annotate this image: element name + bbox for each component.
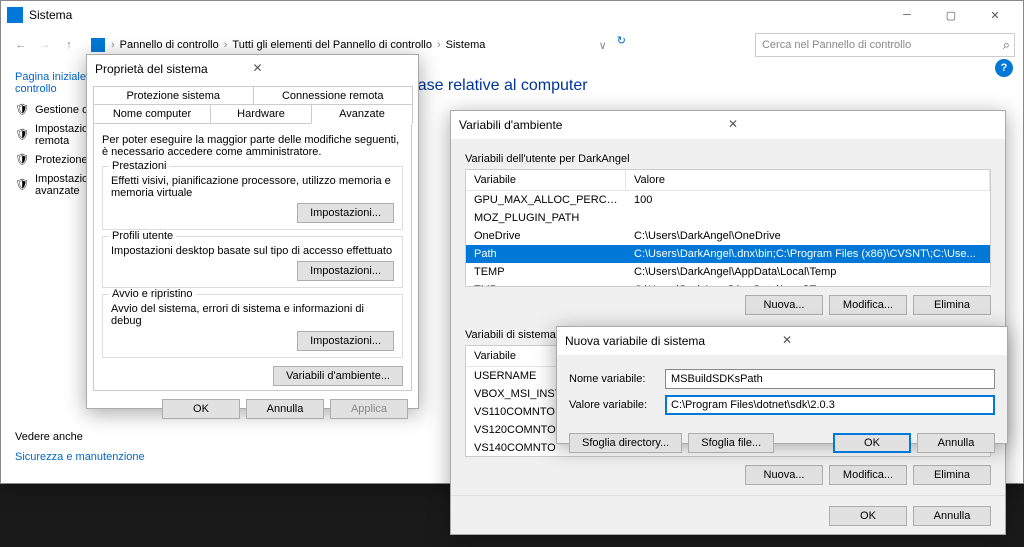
profiles-group: Profili utente Impostazioni desktop basa… xyxy=(102,236,403,288)
group-label: Avvio e ripristino xyxy=(109,288,196,300)
table-row[interactable]: MOZ_PLUGIN_PATH xyxy=(466,209,990,227)
table-row[interactable]: TEMPC:\Users\DarkAngel\AppData\Local\Tem… xyxy=(466,263,990,281)
shield-icon: 🛡 xyxy=(15,128,29,142)
new-variable-dialog: Nuova variabile di sistema ✕ Nome variab… xyxy=(556,326,1008,444)
col-value[interactable]: Valore xyxy=(626,170,990,190)
dialog-titlebar: Variabili d'ambiente ✕ xyxy=(451,111,1005,139)
table-row[interactable]: PathC:\Users\DarkAngel\.dnx\bin;C:\Progr… xyxy=(466,245,990,263)
breadcrumb-item[interactable]: Pannello di controllo xyxy=(120,39,219,51)
shield-icon: 🛡 xyxy=(15,103,29,117)
tab-protection[interactable]: Protezione sistema xyxy=(93,86,254,105)
performance-group: Prestazioni Effetti visivi, pianificazio… xyxy=(102,166,403,230)
tabs: Protezione sistema Connessione remota No… xyxy=(93,86,412,123)
cancel-button[interactable]: Annulla xyxy=(917,433,995,453)
help-icon[interactable]: ? xyxy=(995,59,1013,77)
table-row[interactable]: GPU_MAX_ALLOC_PERCENT100 xyxy=(466,191,990,209)
performance-settings-button[interactable]: Impostazioni... xyxy=(297,203,394,223)
sys-edit-button[interactable]: Modifica... xyxy=(829,465,907,485)
cancel-button[interactable]: Annulla xyxy=(913,506,991,526)
group-desc: Effetti visivi, pianificazione processor… xyxy=(111,175,394,199)
shield-icon: 🛡 xyxy=(15,153,29,167)
titlebar: Sistema ─ ▢ ✕ xyxy=(1,1,1023,29)
sidebar-item-security[interactable]: Sicurezza e manutenzione xyxy=(15,451,145,463)
cancel-button[interactable]: Annulla xyxy=(246,399,324,419)
dialog-titlebar: Proprietà del sistema ✕ xyxy=(87,55,418,83)
tab-computername[interactable]: Nome computer xyxy=(93,104,211,123)
apply-button[interactable]: Applica xyxy=(330,399,408,419)
table-row[interactable]: TMPC:\Users\DarkAngel\AppData\Local\Temp xyxy=(466,281,990,287)
tab-hardware[interactable]: Hardware xyxy=(210,104,312,123)
name-input[interactable] xyxy=(665,369,995,389)
group-label: Prestazioni xyxy=(109,160,169,172)
profiles-settings-button[interactable]: Impostazioni... xyxy=(297,261,394,281)
dialog-title: Variabili d'ambiente xyxy=(459,118,728,132)
maximize-button[interactable]: ▢ xyxy=(929,1,973,29)
user-vars-table[interactable]: VariabileValore GPU_MAX_ALLOC_PERCENT100… xyxy=(465,169,991,287)
browse-dir-button[interactable]: Sfoglia directory... xyxy=(569,433,682,453)
user-edit-button[interactable]: Modifica... xyxy=(829,295,907,315)
refresh-button[interactable]: ↻ xyxy=(617,34,639,56)
sys-delete-button[interactable]: Elimina xyxy=(913,465,991,485)
search-input[interactable]: Cerca nel Pannello di controllo xyxy=(755,33,1015,57)
breadcrumb-item[interactable]: Tutti gli elementi del Pannello di contr… xyxy=(232,39,432,51)
close-button[interactable]: ✕ xyxy=(973,1,1017,29)
value-label: Valore variabile: xyxy=(569,399,665,411)
user-vars-label: Variabili dell'utente per DarkAngel xyxy=(465,153,991,165)
sys-new-button[interactable]: Nuova... xyxy=(745,465,823,485)
close-button[interactable]: ✕ xyxy=(253,61,411,77)
tab-remote[interactable]: Connessione remota xyxy=(253,86,414,105)
up-button[interactable]: ↑ xyxy=(57,33,81,57)
ok-button[interactable]: OK xyxy=(833,433,911,453)
shield-icon: 🛡 xyxy=(15,178,29,192)
close-button[interactable]: ✕ xyxy=(782,333,999,349)
window-title: Sistema xyxy=(29,8,885,22)
tab-content: Per poter eseguire la maggior parte dell… xyxy=(93,123,412,391)
close-button[interactable]: ✕ xyxy=(728,117,997,133)
tab-advanced[interactable]: Avanzate xyxy=(311,104,413,124)
name-label: Nome variabile: xyxy=(569,373,665,385)
forward-button[interactable]: → xyxy=(33,33,57,57)
cp-icon xyxy=(91,38,105,52)
ok-button[interactable]: OK xyxy=(829,506,907,526)
ok-button[interactable]: OK xyxy=(162,399,240,419)
table-row[interactable]: OneDriveC:\Users\DarkAngel\OneDrive xyxy=(466,227,990,245)
browse-file-button[interactable]: Sfoglia file... xyxy=(688,433,774,453)
env-vars-dialog: Variabili d'ambiente ✕ Variabili dell'ut… xyxy=(450,110,1006,535)
group-desc: Avvio del sistema, errori di sistema e i… xyxy=(111,303,394,327)
user-delete-button[interactable]: Elimina xyxy=(913,295,991,315)
col-variable[interactable]: Variabile xyxy=(466,170,626,190)
dialog-titlebar: Nuova variabile di sistema ✕ xyxy=(557,327,1007,355)
value-input[interactable] xyxy=(665,395,995,415)
system-properties-dialog: Proprietà del sistema ✕ Protezione siste… xyxy=(86,54,419,409)
startup-settings-button[interactable]: Impostazioni... xyxy=(297,331,394,351)
breadcrumb-item[interactable]: Sistema xyxy=(446,39,486,51)
startup-group: Avvio e ripristino Avvio del sistema, er… xyxy=(102,294,403,358)
dialog-title: Nuova variabile di sistema xyxy=(565,334,782,348)
see-also-heading: Vedere anche xyxy=(15,431,145,443)
env-vars-button[interactable]: Variabili d'ambiente... xyxy=(273,366,403,386)
system-icon xyxy=(7,7,23,23)
intro-text: Per poter eseguire la maggior parte dell… xyxy=(102,134,403,158)
minimize-button[interactable]: ─ xyxy=(885,1,929,29)
dialog-title: Proprietà del sistema xyxy=(95,62,253,76)
user-new-button[interactable]: Nuova... xyxy=(745,295,823,315)
group-label: Profili utente xyxy=(109,230,176,242)
group-desc: Impostazioni desktop basate sul tipo di … xyxy=(111,245,394,257)
back-button[interactable]: ← xyxy=(9,33,33,57)
